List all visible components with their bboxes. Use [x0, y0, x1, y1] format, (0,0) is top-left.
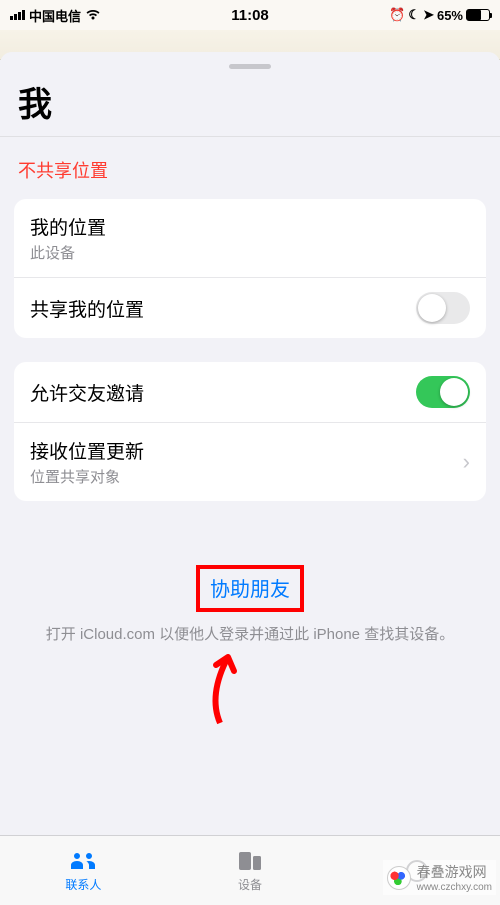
- tab-contacts[interactable]: 联系人: [0, 836, 167, 905]
- alarm-icon: ⏰: [389, 7, 405, 23]
- receive-updates-cell[interactable]: 接收位置更新 位置共享对象 ›: [14, 422, 486, 501]
- watermark-text: 春叠游戏网: [417, 862, 492, 882]
- wifi-icon: [85, 9, 101, 21]
- chevron-right-icon: ›: [455, 449, 470, 475]
- allow-requests-toggle[interactable]: [416, 376, 470, 408]
- my-location-cell[interactable]: 我的位置 此设备: [14, 199, 486, 277]
- share-location-cell: 共享我的位置: [14, 277, 486, 338]
- allow-requests-label: 允许交友邀请: [30, 379, 144, 406]
- status-bar: 中国电信 11:08 ⏰ ☾ ➤ 65%: [0, 0, 500, 30]
- location-settings-group: 我的位置 此设备 共享我的位置: [14, 199, 486, 338]
- moon-icon: ☾: [408, 7, 420, 23]
- annotation-highlight-box: 协助朋友: [196, 565, 304, 612]
- allow-requests-cell: 允许交友邀请: [14, 362, 486, 422]
- receive-updates-sub: 位置共享对象: [30, 466, 144, 487]
- tab-devices[interactable]: 设备: [167, 836, 334, 905]
- location-icon: ➤: [423, 7, 434, 23]
- share-location-toggle[interactable]: [416, 292, 470, 324]
- people-icon: [69, 848, 97, 874]
- help-friend-desc: 打开 iCloud.com 以便他人登录并通过此 iPhone 查找其设备。: [40, 624, 460, 645]
- watermark-url: www.czchxy.com: [417, 882, 492, 893]
- my-location-label: 我的位置: [30, 213, 106, 240]
- annotation-arrow-icon: [190, 645, 250, 725]
- battery-pct: 65%: [437, 8, 463, 23]
- signal-icon: [10, 10, 25, 20]
- tab-contacts-label: 联系人: [65, 876, 101, 893]
- status-right: ⏰ ☾ ➤ 65%: [389, 7, 490, 23]
- status-left: 中国电信: [10, 6, 101, 25]
- tab-devices-label: 设备: [238, 876, 262, 893]
- status-time: 11:08: [231, 7, 269, 24]
- share-location-label: 共享我的位置: [30, 295, 144, 322]
- carrier-label: 中国电信: [29, 6, 81, 25]
- receive-updates-label: 接收位置更新: [30, 437, 144, 464]
- me-sheet: 我 不共享位置 我的位置 此设备 共享我的位置 允许交友邀请 接收位置更新 位置…: [0, 52, 500, 905]
- sheet-grabber[interactable]: [229, 64, 271, 69]
- battery-icon: [466, 9, 490, 21]
- devices-icon: [237, 848, 263, 874]
- friends-settings-group: 允许交友邀请 接收位置更新 位置共享对象 ›: [14, 362, 486, 501]
- watermark: 春叠游戏网 www.czchxy.com: [383, 860, 496, 895]
- watermark-logo-icon: [387, 866, 411, 890]
- page-title: 我: [0, 77, 500, 137]
- help-friend-section: 协助朋友 打开 iCloud.com 以便他人登录并通过此 iPhone 查找其…: [0, 525, 500, 645]
- my-location-sub: 此设备: [30, 242, 106, 263]
- not-sharing-label: 不共享位置: [0, 137, 500, 199]
- help-friend-link[interactable]: 协助朋友: [210, 579, 290, 601]
